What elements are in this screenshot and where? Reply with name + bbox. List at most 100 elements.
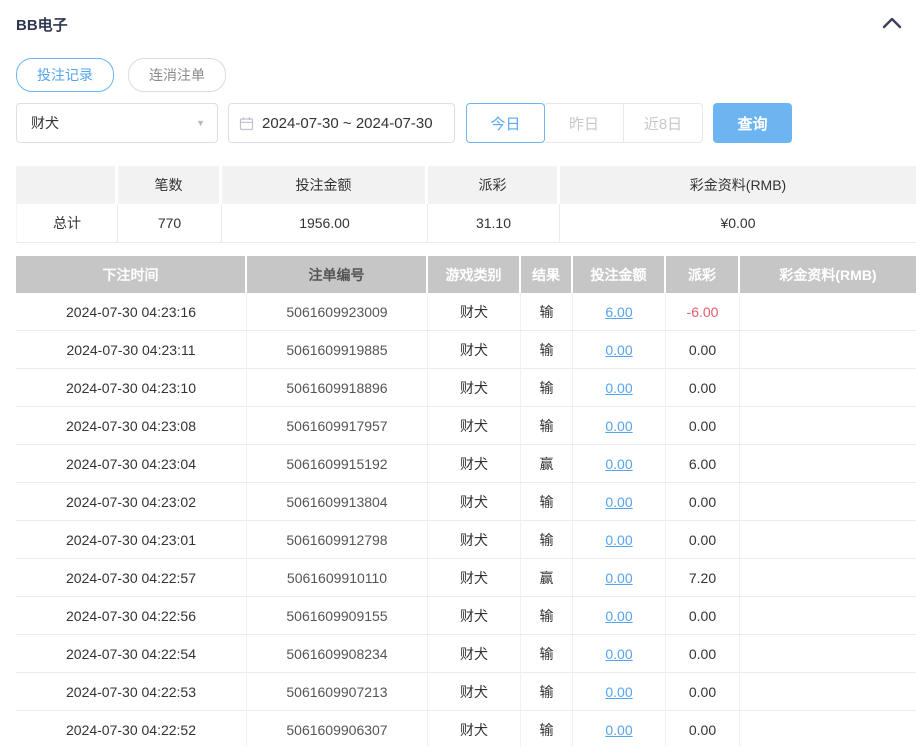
table-row: 2024-07-30 04:22:52 5061609906307 财犬 输 0… — [16, 711, 916, 747]
order-id-cell: 5061609910110 — [247, 559, 428, 597]
header-payout: 派彩 — [666, 256, 740, 293]
game-type-cell: 财犬 — [428, 521, 521, 559]
chevron-up-icon — [882, 16, 902, 32]
summary-header-row: 笔数 投注金额 派彩 彩金资料(RMB) — [16, 166, 916, 204]
yesterday-button[interactable]: 昨日 — [545, 103, 624, 143]
game-type-cell: 财犬 — [428, 635, 521, 673]
tab-cancelled-orders[interactable]: 连消注单 — [128, 58, 226, 92]
payout-cell: 0.00 — [666, 331, 740, 369]
tab-bet-records[interactable]: 投注记录 — [16, 58, 114, 92]
table-row: 2024-07-30 04:22:56 5061609909155 财犬 输 0… — [16, 597, 916, 635]
order-id-cell: 5061609908234 — [247, 635, 428, 673]
query-button[interactable]: 查询 — [713, 103, 792, 143]
result-cell: 赢 — [521, 559, 573, 597]
table-row: 2024-07-30 04:22:53 5061609907213 财犬 输 0… — [16, 673, 916, 711]
bonus-cell — [740, 521, 916, 559]
table-row: 2024-07-30 04:22:57 5061609910110 财犬 赢 0… — [16, 559, 916, 597]
table-row: 2024-07-30 04:23:16 5061609923009 财犬 输 6… — [16, 293, 916, 331]
order-id-cell: 5061609915192 — [247, 445, 428, 483]
result-cell: 输 — [521, 483, 573, 521]
bet-time-cell: 2024-07-30 04:23:02 — [16, 483, 247, 521]
payout-cell: 7.20 — [666, 559, 740, 597]
result-cell: 输 — [521, 635, 573, 673]
order-id-cell: 5061609918896 — [247, 369, 428, 407]
date-range-picker[interactable]: 2024-07-30 ~ 2024-07-30 — [228, 103, 455, 143]
total-count: 770 — [118, 204, 222, 243]
bet-amount-link[interactable]: 0.00 — [605, 456, 632, 472]
bet-records-table: 下注时间 注单编号 游戏类别 结果 投注金额 派彩 彩金资料(RMB) 2024… — [16, 256, 916, 747]
bet-amount-cell: 0.00 — [573, 559, 666, 597]
bet-amount-link[interactable]: 0.00 — [605, 418, 632, 434]
quick-date-group: 今日 昨日 近8日 — [466, 103, 703, 143]
payout-cell: 0.00 — [666, 597, 740, 635]
bet-amount-cell: 0.00 — [573, 407, 666, 445]
summary-total-row: 总计 770 1956.00 31.10 ¥0.00 — [16, 204, 916, 243]
bb-electronic-panel: BB电子 投注记录 连消注单 财犬 ▼ — [0, 0, 916, 747]
bet-amount-link[interactable]: 0.00 — [605, 722, 632, 738]
result-cell: 赢 — [521, 445, 573, 483]
bet-time-cell: 2024-07-30 04:23:11 — [16, 331, 247, 369]
bonus-cell — [740, 711, 916, 747]
result-cell: 输 — [521, 597, 573, 635]
result-cell: 输 — [521, 407, 573, 445]
payout-cell: 0.00 — [666, 369, 740, 407]
bet-amount-link[interactable]: 6.00 — [605, 304, 632, 320]
calendar-icon — [239, 116, 254, 131]
bet-time-cell: 2024-07-30 04:23:04 — [16, 445, 247, 483]
bonus-cell — [740, 369, 916, 407]
caret-down-icon: ▼ — [196, 118, 205, 128]
bet-amount-cell: 0.00 — [573, 597, 666, 635]
payout-cell: 6.00 — [666, 445, 740, 483]
payout-cell: 0.00 — [666, 635, 740, 673]
bet-amount-link[interactable]: 0.00 — [605, 494, 632, 510]
order-id-cell: 5061609906307 — [247, 711, 428, 747]
total-bet-amount: 1956.00 — [222, 204, 428, 243]
bet-amount-link[interactable]: 0.00 — [605, 342, 632, 358]
bet-amount-link[interactable]: 0.00 — [605, 646, 632, 662]
summary-table: 笔数 投注金额 派彩 彩金资料(RMB) 总计 770 1956.00 31.1… — [16, 166, 916, 243]
last-8-days-button[interactable]: 近8日 — [624, 103, 703, 143]
header-bonus: 彩金资料(RMB) — [740, 256, 916, 293]
bet-amount-cell: 0.00 — [573, 445, 666, 483]
table-row: 2024-07-30 04:23:02 5061609913804 财犬 输 0… — [16, 483, 916, 521]
bet-amount-link[interactable]: 0.00 — [605, 608, 632, 624]
summary-header-count: 笔数 — [118, 166, 222, 204]
table-row: 2024-07-30 04:22:54 5061609908234 财犬 输 0… — [16, 635, 916, 673]
order-id-cell: 5061609913804 — [247, 483, 428, 521]
bet-amount-cell: 0.00 — [573, 331, 666, 369]
bet-amount-link[interactable]: 0.00 — [605, 684, 632, 700]
date-range-value: 2024-07-30 ~ 2024-07-30 — [262, 115, 433, 132]
payout-cell: 0.00 — [666, 711, 740, 747]
table-row: 2024-07-30 04:23:04 5061609915192 财犬 赢 0… — [16, 445, 916, 483]
header-bet-time: 下注时间 — [16, 256, 247, 293]
summary-header-bet-amount: 投注金额 — [222, 166, 428, 204]
game-type-cell: 财犬 — [428, 445, 521, 483]
bet-time-cell: 2024-07-30 04:23:16 — [16, 293, 247, 331]
header-result: 结果 — [521, 256, 573, 293]
payout-cell: 0.00 — [666, 521, 740, 559]
result-cell: 输 — [521, 521, 573, 559]
bet-time-cell: 2024-07-30 04:22:57 — [16, 559, 247, 597]
bonus-cell — [740, 597, 916, 635]
tab-label: 投注记录 — [37, 65, 93, 85]
collapse-button[interactable] — [882, 16, 902, 32]
bet-time-cell: 2024-07-30 04:22:56 — [16, 597, 247, 635]
bet-amount-cell: 0.00 — [573, 369, 666, 407]
bet-amount-link[interactable]: 0.00 — [605, 570, 632, 586]
bet-time-cell: 2024-07-30 04:22:54 — [16, 635, 247, 673]
bet-amount-cell: 0.00 — [573, 483, 666, 521]
game-type-cell: 财犬 — [428, 597, 521, 635]
result-cell: 输 — [521, 673, 573, 711]
bet-amount-cell: 0.00 — [573, 711, 666, 747]
tab-label: 连消注单 — [149, 65, 205, 85]
game-type-cell: 财犬 — [428, 293, 521, 331]
game-select[interactable]: 财犬 ▼ — [16, 103, 218, 143]
game-type-cell: 财犬 — [428, 711, 521, 747]
game-type-cell: 财犬 — [428, 407, 521, 445]
today-button[interactable]: 今日 — [466, 103, 545, 143]
bet-amount-link[interactable]: 0.00 — [605, 380, 632, 396]
bet-time-cell: 2024-07-30 04:23:08 — [16, 407, 247, 445]
bet-amount-link[interactable]: 0.00 — [605, 532, 632, 548]
order-id-cell: 5061609912798 — [247, 521, 428, 559]
payout-cell: 0.00 — [666, 407, 740, 445]
